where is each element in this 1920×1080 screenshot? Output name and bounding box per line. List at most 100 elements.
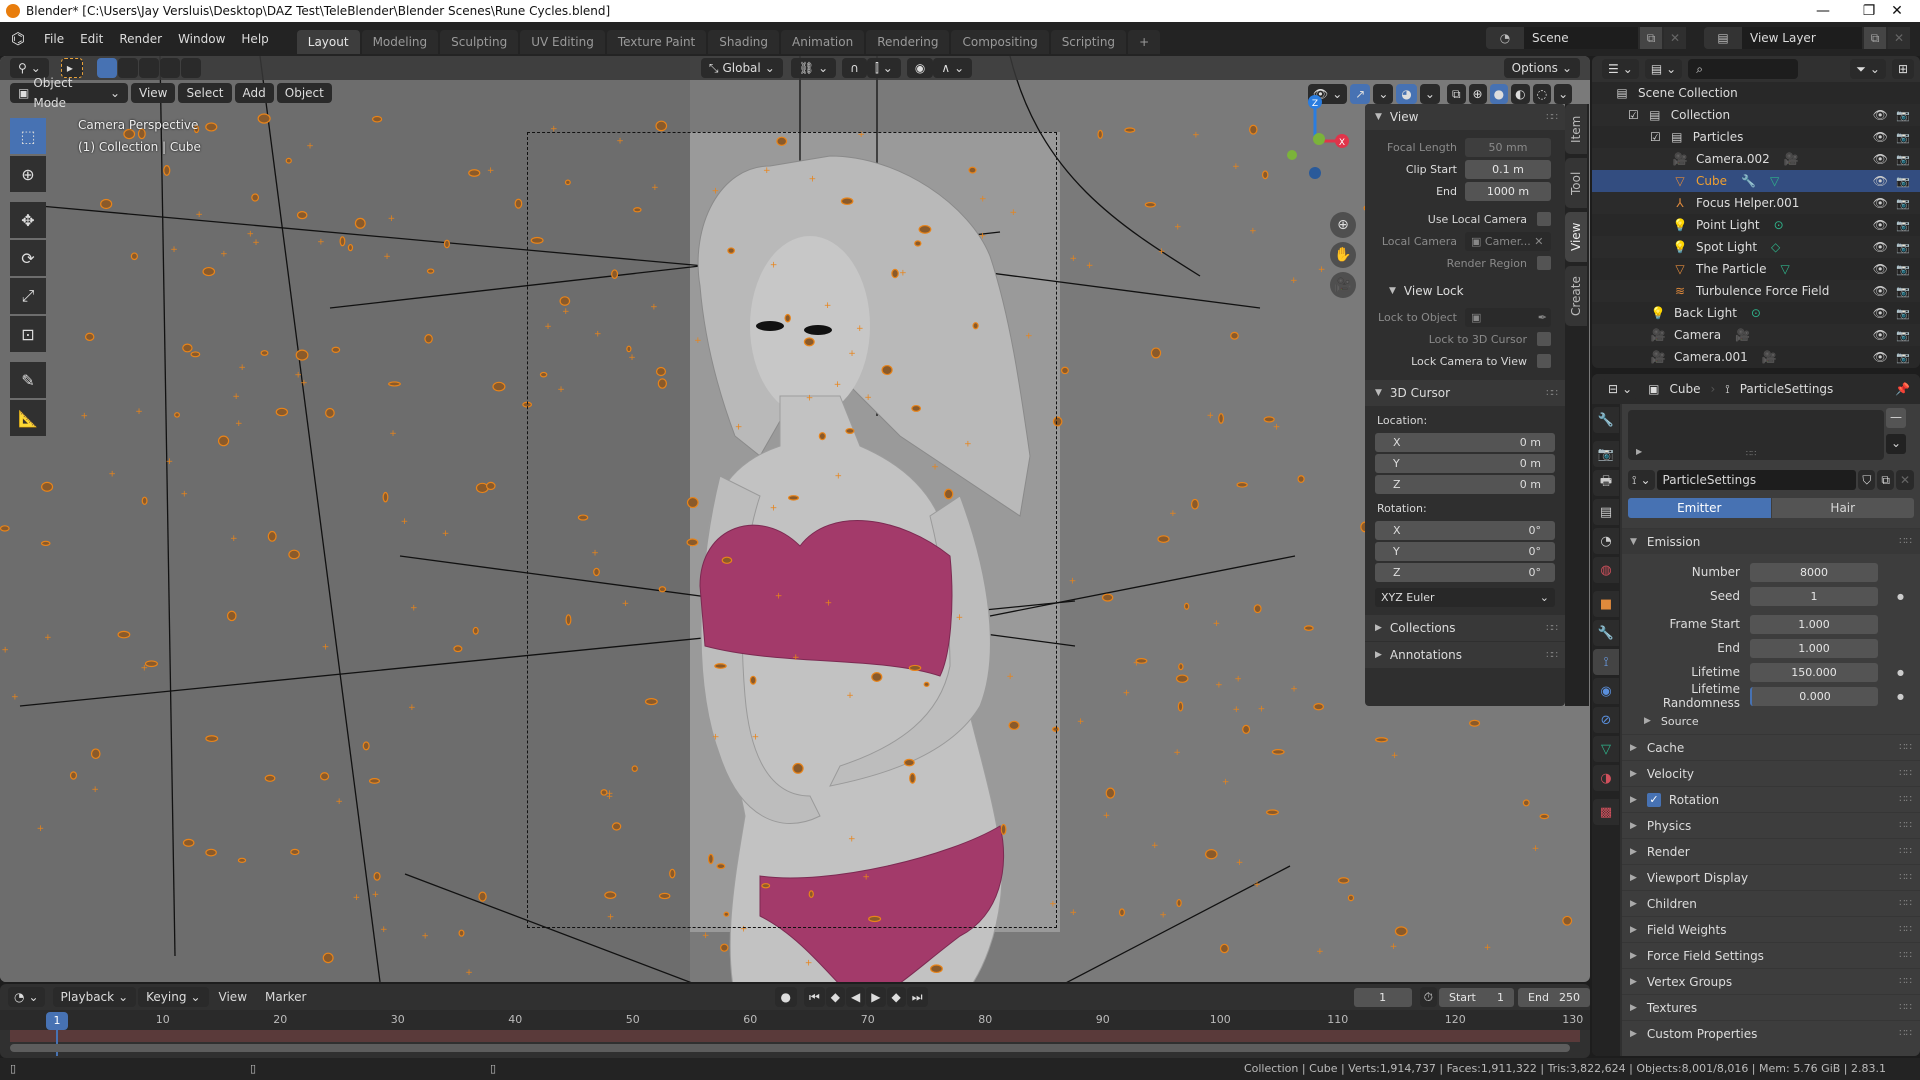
display-mode-dropdown[interactable]: ▤ ⌄ xyxy=(1644,59,1683,79)
tool-cursor[interactable]: ⊕ xyxy=(10,156,46,192)
outliner-scene-collection[interactable]: ▤ Scene Collection xyxy=(1592,82,1920,104)
tab-rendering[interactable]: Rendering xyxy=(866,30,950,54)
tab-object-properties[interactable]: ■ xyxy=(1593,591,1619,617)
timeline-menu-view[interactable]: View xyxy=(211,990,255,1004)
visibility-eye-icon[interactable]: 👁 xyxy=(1873,262,1888,276)
property-value-field[interactable]: 1 xyxy=(1750,586,1878,606)
proportional-edit-toggle[interactable]: ◉ xyxy=(906,58,934,78)
tab-world-properties[interactable]: ◍ xyxy=(1593,557,1619,583)
cursor-rotation-z[interactable]: Z 0° xyxy=(1375,563,1555,582)
render-camera-icon[interactable]: 📷 xyxy=(1896,329,1910,342)
lock-camera-to-view-checkbox[interactable] xyxy=(1537,354,1551,368)
xray-toggle[interactable]: ⧉ xyxy=(1446,84,1466,104)
drag-grip-icon[interactable]: ∷∷ xyxy=(1899,846,1912,857)
shading-material-button[interactable]: ◐ xyxy=(1511,84,1530,104)
visibility-eye-icon[interactable]: 👁 xyxy=(1873,306,1888,320)
lock-to-3d-cursor-checkbox[interactable] xyxy=(1537,332,1551,346)
unlink-settings-button[interactable]: ✕ xyxy=(1895,470,1914,490)
render-region-checkbox[interactable] xyxy=(1537,256,1551,270)
tab-shading[interactable]: Shading xyxy=(708,30,779,54)
overlay-toggle[interactable]: ◕ xyxy=(1396,84,1417,104)
tab-modifier-properties[interactable]: 🔧 xyxy=(1593,620,1619,646)
local-camera-field[interactable]: ▣ Camer... ✕ xyxy=(1465,231,1551,251)
new-view-layer-button[interactable]: ⧉ xyxy=(1864,27,1886,49)
pin-icon[interactable]: 📌 xyxy=(1895,382,1910,396)
panel-3d-cursor-header[interactable]: ▼ 3D Cursor ∷∷ xyxy=(1365,380,1565,406)
proportional-falloff-dropdown[interactable]: ∧ ⌄ xyxy=(933,58,973,78)
outliner-item[interactable]: ⅄ Focus Helper.001 👁 📷 xyxy=(1592,192,1920,214)
tab-animation[interactable]: Animation xyxy=(781,30,865,54)
tab-texture-paint[interactable]: Texture Paint xyxy=(606,30,707,54)
tab-scripting[interactable]: Scripting xyxy=(1050,30,1127,54)
rotation-mode-dropdown[interactable]: XYZ Euler ⌄ xyxy=(1375,588,1555,607)
pivot-point-dropdown[interactable]: ⛓ ⌄ xyxy=(790,58,837,78)
render-camera-icon[interactable]: 📷 xyxy=(1896,241,1910,254)
properties-editor-type[interactable]: ⊟ ⌄ xyxy=(1602,379,1639,399)
filter-dropdown[interactable]: ⏷ ⌄ xyxy=(1850,59,1886,79)
camera-view-button[interactable]: 🎥 xyxy=(1330,272,1356,298)
navigation-gizmo[interactable]: Z X xyxy=(1285,91,1365,211)
lock-to-object-field[interactable]: ▣ ✒ xyxy=(1465,307,1551,327)
playhead-frame-indicator[interactable]: 1 xyxy=(46,1012,68,1030)
viewport-menu-view[interactable]: View xyxy=(131,83,176,103)
visibility-eye-icon[interactable]: 👁 xyxy=(1873,218,1888,232)
tab-scene-properties[interactable]: ◔ xyxy=(1593,528,1619,554)
shading-dropdown[interactable]: ⌄ xyxy=(1554,84,1573,104)
keyframe-dot-icon[interactable]: ● xyxy=(1897,592,1904,601)
section-header[interactable]: ▶ Physics ∷∷ xyxy=(1622,812,1920,838)
new-collection-button[interactable]: ⊞ xyxy=(1891,59,1914,79)
snap-target-dropdown[interactable]: ⫿ ⌄ xyxy=(866,58,901,78)
tab-output-properties[interactable]: 🖶 xyxy=(1593,470,1619,496)
drag-grip-icon[interactable]: ∷∷ xyxy=(1899,768,1912,779)
viewport-menu-object[interactable]: Object xyxy=(276,83,332,103)
clip-end-field[interactable]: 1000 m xyxy=(1465,181,1551,201)
select-mode-invert-button[interactable] xyxy=(159,58,180,78)
options-dropdown[interactable]: Options ⌄ xyxy=(1503,58,1580,78)
outliner-search[interactable]: ⌕ xyxy=(1688,59,1799,79)
type-hair-button[interactable]: Hair xyxy=(1771,498,1914,518)
remove-view-layer-button[interactable]: ✕ xyxy=(1888,27,1910,49)
list-expand-icon[interactable]: ▶ xyxy=(1636,447,1642,456)
new-scene-button[interactable]: ⧉ xyxy=(1640,27,1662,49)
list-resize-grip[interactable]: ∷∷ xyxy=(1746,449,1756,458)
browse-particle-settings[interactable]: ⟟ ⌄ xyxy=(1628,470,1655,490)
section-header[interactable]: ▶ Custom Properties ∷∷ xyxy=(1622,1020,1920,1046)
property-value-field[interactable]: 1.000 xyxy=(1750,638,1878,658)
remove-particle-system-button[interactable]: — xyxy=(1886,408,1906,428)
tab-data-properties[interactable]: ▽ xyxy=(1593,736,1619,762)
drag-grip-icon[interactable]: ∷∷ xyxy=(1899,820,1912,831)
rotation-enable-checkbox[interactable]: ✓ xyxy=(1646,792,1661,807)
current-frame-field[interactable]: 1 xyxy=(1353,987,1412,1007)
outliner-item[interactable]: ▽ Cube 🔧 ▽ 👁 📷 xyxy=(1592,170,1920,192)
drag-grip-icon[interactable]: ∷∷ xyxy=(1899,950,1912,961)
panel-view-header[interactable]: ▼ View ∷∷ xyxy=(1365,104,1565,130)
snap-toggle[interactable]: ∩ xyxy=(842,58,867,78)
mesh-data-icon[interactable]: ▽ xyxy=(1780,262,1789,276)
transform-orientation-dropdown[interactable]: ⤡ Global ⌄ xyxy=(700,58,783,78)
mode-dropdown[interactable]: ▣ Object Mode ⌄ xyxy=(10,76,128,110)
timeline-ruler[interactable]: 1020304050607080901001101201301401501601… xyxy=(0,1010,1590,1030)
panel-view-lock-header[interactable]: ▼ View Lock xyxy=(1365,278,1565,304)
eyedropper-icon[interactable]: ✒ xyxy=(1538,308,1551,327)
drag-grip-icon[interactable]: ∷∷ xyxy=(1899,536,1912,547)
zoom-button[interactable]: ⊕ xyxy=(1330,212,1356,238)
cursor-rotation-x[interactable]: X 0° xyxy=(1375,521,1555,540)
cursor-location-y[interactable]: Y 0 m xyxy=(1375,454,1555,473)
cursor-rotation-y[interactable]: Y 0° xyxy=(1375,542,1555,561)
focal-length-field[interactable]: 50 mm xyxy=(1465,137,1551,157)
gizmo-dropdown[interactable]: ⌄ xyxy=(1373,84,1394,104)
panel-annotations-header[interactable]: ▶ Annotations ∷∷ xyxy=(1365,642,1565,668)
cursor-location-z[interactable]: Z 0 m xyxy=(1375,475,1555,494)
timeline-keyframe-track[interactable] xyxy=(10,1030,1580,1042)
jump-start-button[interactable]: ⏮ xyxy=(803,987,825,1007)
collection-include-checkbox[interactable]: ☑ xyxy=(1628,108,1639,122)
section-emission-header[interactable]: ▼ Emission ∷∷ xyxy=(1622,528,1920,554)
viewport-menu-add[interactable]: Add xyxy=(234,83,274,103)
tool-scale[interactable]: ⤢ xyxy=(10,278,46,314)
timeline-scrollbar[interactable] xyxy=(10,1044,1570,1052)
tab-sculpting[interactable]: Sculpting xyxy=(440,30,519,54)
tab-tool-properties[interactable]: 🔧 xyxy=(1593,407,1619,433)
outliner-item[interactable]: ▽ The Particle ▽ 👁 📷 xyxy=(1592,258,1920,280)
tool-move[interactable]: ✥ xyxy=(10,202,46,238)
drag-grip-icon[interactable]: ∷∷ xyxy=(1899,924,1912,935)
